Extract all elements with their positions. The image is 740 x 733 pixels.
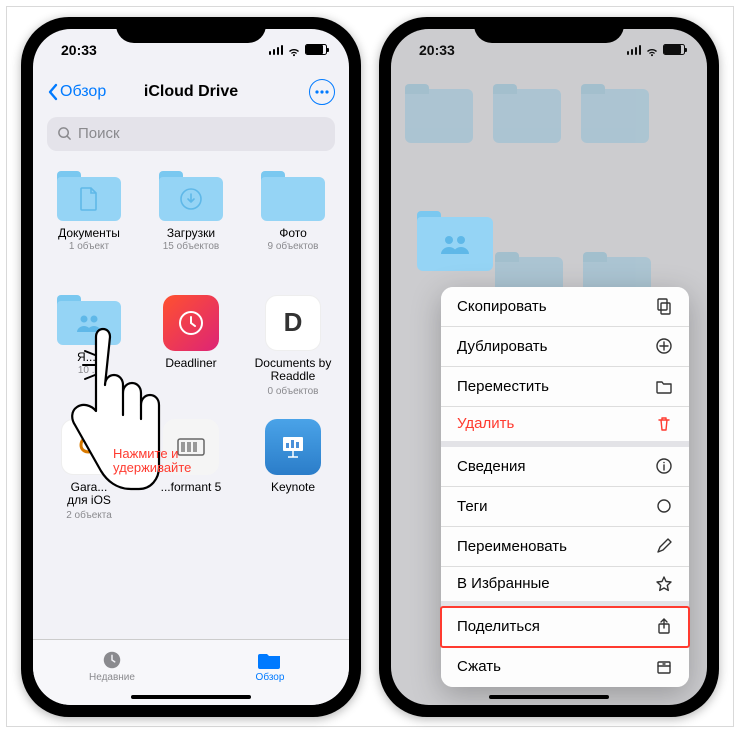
menu-item-label: Удалить [457, 415, 514, 432]
file-item[interactable]: Deadliner [143, 295, 239, 413]
page-title: iCloud Drive [144, 83, 238, 101]
context-menu: Скопировать Дублировать Переместить Удалить… [441, 287, 689, 687]
status-time: 20:33 [61, 42, 97, 58]
screen-left: 20:33 Обзор iCloud Drive [33, 29, 349, 705]
battery-icon [305, 44, 327, 55]
selected-folder [417, 211, 493, 277]
item-subtitle: 15 объектов [163, 241, 220, 252]
search-icon [57, 126, 72, 141]
item-name: Загрузки [167, 227, 215, 241]
menu-item-label: Переименовать [457, 538, 567, 555]
item-subtitle: 9 объектов [268, 241, 319, 252]
home-indicator[interactable] [131, 695, 251, 699]
copy-icon [655, 297, 673, 315]
duplicate-icon [655, 337, 673, 355]
phone-right: 20:33 Скопир [379, 17, 719, 717]
file-item[interactable]: ...formant 5 [143, 419, 239, 537]
menu-item-label: Сведения [457, 458, 526, 475]
item-name: Фото [279, 227, 307, 241]
file-item[interactable]: Keynote [245, 419, 341, 537]
item-subtitle: 0 объектов [268, 386, 319, 397]
file-item[interactable]: Я...к10 ... [41, 295, 137, 413]
item-name: ...formant 5 [161, 481, 222, 495]
folder-icon [57, 171, 121, 221]
ellipsis-icon [315, 90, 329, 94]
star-icon [655, 575, 673, 593]
clock-icon [100, 650, 124, 670]
menu-item-label: Сжать [457, 658, 501, 675]
tab-browse[interactable]: Обзор [191, 640, 349, 693]
folder-icon [159, 171, 223, 221]
menu-item-label: В Избранные [457, 575, 550, 592]
folder-icon [655, 377, 673, 395]
menu-item-label: Поделиться [457, 618, 540, 635]
info-icon [655, 457, 673, 475]
signal-icon [269, 45, 284, 55]
trash-icon [655, 415, 673, 433]
menu-item-tag[interactable]: Теги [441, 487, 689, 527]
item-name: Документы [58, 227, 120, 241]
menu-item-label: Переместить [457, 378, 549, 395]
phone-left: 20:33 Обзор iCloud Drive [21, 17, 361, 717]
menu-item-share[interactable]: Поделиться [441, 607, 689, 647]
chevron-left-icon [47, 83, 58, 101]
people-icon [439, 234, 471, 254]
tab-recents-label: Недавние [89, 672, 135, 683]
app-icon [61, 419, 117, 475]
back-label: Обзор [60, 83, 106, 101]
notch [116, 17, 266, 43]
item-name: Gara... для iOS [67, 481, 111, 509]
file-item[interactable]: D Documents by Readdle0 объектов [245, 295, 341, 413]
app-icon [265, 419, 321, 475]
menu-item-pencil[interactable]: Переименовать [441, 527, 689, 567]
menu-item-archive[interactable]: Сжать [441, 647, 689, 687]
folder-icon [57, 295, 121, 345]
item-name: Keynote [271, 481, 315, 495]
app-icon [163, 419, 219, 475]
tab-browse-label: Обзор [256, 672, 285, 683]
folder-icon [261, 171, 325, 221]
item-name: Documents by Readdle [247, 357, 339, 385]
folder-icon [258, 650, 282, 670]
share-icon [655, 617, 673, 635]
file-item[interactable]: Gara... для iOS2 объекта [41, 419, 137, 537]
menu-item-label: Теги [457, 498, 488, 515]
item-name: Deadliner [165, 357, 216, 371]
file-item[interactable]: Загрузки15 объектов [143, 171, 239, 289]
menu-item-star[interactable]: В Избранные [441, 567, 689, 607]
back-button[interactable]: Обзор [47, 83, 106, 101]
more-button[interactable] [309, 79, 335, 105]
menu-item-label: Скопировать [457, 298, 547, 315]
status-indicators [269, 44, 328, 55]
files-grid: Документы1 объектЗагрузки15 объектовФото… [33, 161, 349, 547]
home-indicator[interactable] [489, 695, 609, 699]
menu-item-duplicate[interactable]: Дублировать [441, 327, 689, 367]
pencil-icon [655, 537, 673, 555]
menu-item-label: Дублировать [457, 338, 547, 355]
menu-item-folder[interactable]: Переместить [441, 367, 689, 407]
nav-bar: Обзор iCloud Drive [33, 71, 349, 113]
wifi-icon [287, 44, 301, 55]
item-subtitle: 2 объекта [66, 510, 112, 521]
app-icon [163, 295, 219, 351]
item-subtitle: 10 ... [78, 365, 100, 376]
item-name: Я...к [77, 351, 101, 365]
archive-icon [655, 658, 673, 676]
menu-item-trash[interactable]: Удалить [441, 407, 689, 447]
notch [474, 17, 624, 43]
file-item[interactable]: Документы1 объект [41, 171, 137, 289]
search-placeholder: Поиск [78, 125, 120, 142]
menu-item-copy[interactable]: Скопировать [441, 287, 689, 327]
tag-icon [655, 497, 673, 515]
app-icon: D [265, 295, 321, 351]
search-input[interactable]: Поиск [47, 117, 335, 151]
item-subtitle: 1 объект [69, 241, 109, 252]
screen-right: 20:33 Скопир [391, 29, 707, 705]
menu-item-info[interactable]: Сведения [441, 447, 689, 487]
tab-recents[interactable]: Недавние [33, 640, 191, 693]
file-item[interactable]: Фото9 объектов [245, 171, 341, 289]
